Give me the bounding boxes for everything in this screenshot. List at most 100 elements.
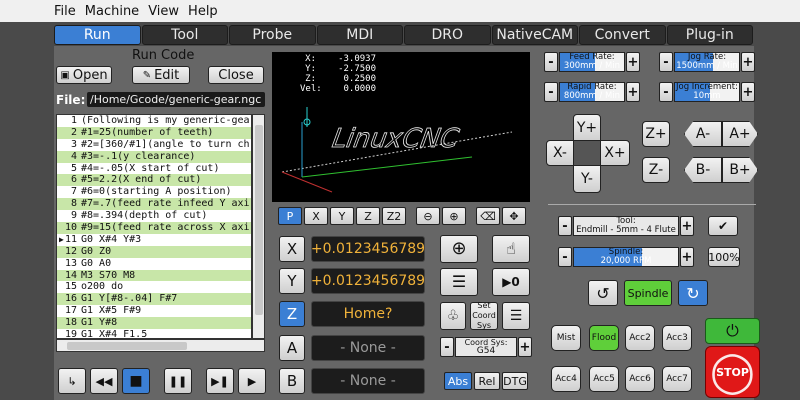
view-z2-button[interactable]: Z2 bbox=[382, 207, 406, 225]
rapid-rate-increase-button[interactable]: + bbox=[626, 82, 640, 102]
spindle-decrease-button[interactable]: - bbox=[558, 247, 572, 267]
view-y-button[interactable]: Y bbox=[330, 207, 354, 225]
open-button[interactable]: ▣ Open bbox=[56, 66, 112, 84]
spindle-ccw-button[interactable]: ↺ bbox=[588, 280, 618, 306]
tab-mdi[interactable]: MDI bbox=[316, 25, 403, 45]
code-line[interactable]: 13 G0 A0 bbox=[57, 258, 251, 270]
zoom-out-button[interactable]: ⊖ bbox=[416, 207, 440, 225]
jog-rate-increase-button[interactable]: + bbox=[741, 52, 755, 72]
rel-mode-button[interactable]: Rel bbox=[474, 372, 500, 390]
scroll-thumb[interactable] bbox=[255, 125, 263, 315]
spindle-increase-button[interactable]: + bbox=[680, 247, 694, 267]
jog-z-plus-button[interactable]: Z+ bbox=[642, 121, 670, 147]
axis-x-button[interactable]: X bbox=[279, 236, 305, 262]
menu-view[interactable]: View bbox=[148, 4, 179, 19]
code-line[interactable]: 12 G0 Z0 bbox=[57, 245, 251, 258]
tool-selector[interactable]: - Tool: Endmill - 5mm - 4 Flute + bbox=[558, 216, 694, 236]
code-vertical-scrollbar[interactable] bbox=[252, 114, 265, 339]
jog-y-minus-button[interactable]: Y- bbox=[573, 165, 601, 193]
rapid-rate-slider[interactable]: - Rapid Rate: 800mm / Min + bbox=[544, 82, 640, 102]
axis-z-button[interactable]: Z bbox=[279, 301, 305, 327]
tab-dro[interactable]: DRO bbox=[404, 25, 491, 45]
acc4-button[interactable]: Acc4 bbox=[551, 366, 581, 392]
acc5-button[interactable]: Acc5 bbox=[589, 366, 619, 392]
zero-axis-button[interactable]: ▶0 bbox=[492, 268, 530, 296]
spindle-override-button[interactable]: 100% bbox=[708, 247, 740, 267]
run-button[interactable]: ▶ bbox=[238, 368, 266, 394]
set-coord-sys-button[interactable]: Set Coord Sys bbox=[470, 301, 498, 330]
home-all-button[interactable]: ☰ bbox=[440, 268, 478, 296]
acc6-button[interactable]: Acc6 bbox=[625, 366, 655, 392]
tab-tool[interactable]: Tool bbox=[141, 25, 228, 45]
code-line[interactable]: 7 #6=0(starting A position) bbox=[57, 186, 251, 198]
zoom-in-button[interactable]: ⊕ bbox=[442, 207, 466, 225]
spindle-toggle-button[interactable]: Spindle bbox=[624, 280, 672, 306]
code-line[interactable]: 5 #4=-.05(X start of cut) bbox=[57, 163, 251, 175]
jog-y-plus-button[interactable]: Y+ bbox=[573, 114, 601, 142]
tool-confirm-button[interactable]: ✔ bbox=[708, 216, 738, 236]
view-z-button[interactable]: Z bbox=[356, 207, 380, 225]
code-line[interactable]: 19 G1 X#4 F1.5 bbox=[57, 329, 251, 338]
code-line[interactable]: 6 #5=2.2(X end of cut) bbox=[57, 174, 251, 187]
code-line[interactable]: 10 #9=15(feed rate across X axi bbox=[57, 222, 251, 234]
spindle-cw-button[interactable]: ↻ bbox=[678, 280, 708, 306]
mist-button[interactable]: Mist bbox=[551, 325, 581, 351]
jog-increment-increase-button[interactable]: + bbox=[741, 82, 755, 102]
axis-y-button[interactable]: Y bbox=[279, 268, 305, 294]
acc3-button[interactable]: Acc3 bbox=[662, 325, 692, 351]
spindle-speed-slider[interactable]: - Spindle: 20,000 RPM + bbox=[558, 247, 694, 267]
code-line[interactable]: 1 (Following is my generic-gear bbox=[57, 115, 251, 127]
view-x-button[interactable]: X bbox=[304, 207, 328, 225]
close-button[interactable]: Close bbox=[208, 66, 264, 84]
tool-prev-button[interactable]: - bbox=[558, 216, 572, 236]
jog-z-minus-button[interactable]: Z- bbox=[642, 157, 670, 183]
menu-help[interactable]: Help bbox=[188, 4, 218, 19]
tab-convert[interactable]: Convert bbox=[579, 25, 666, 45]
scroll-thumb[interactable] bbox=[67, 342, 187, 350]
tool-next-button[interactable]: + bbox=[680, 216, 694, 236]
tab-probe[interactable]: Probe bbox=[229, 25, 316, 45]
code-line[interactable]: 14 M3 S70 M8 bbox=[57, 269, 251, 282]
code-line[interactable]: 4 #3=-.1(y clearance) bbox=[57, 150, 251, 163]
code-line[interactable]: 8 #7=.7(feed rate infeed Y axi bbox=[57, 198, 251, 211]
code-line[interactable]: 16 G1 Y[#8-.04] F#7 bbox=[57, 293, 251, 306]
rapid-rate-decrease-button[interactable]: - bbox=[544, 82, 558, 102]
emergency-stop-button[interactable]: ◯ STOP bbox=[705, 346, 760, 398]
jog-x-plus-button[interactable]: X+ bbox=[600, 140, 630, 166]
jog-increment-decrease-button[interactable]: - bbox=[659, 82, 673, 102]
step-forward-button[interactable]: ▶❚ bbox=[206, 368, 234, 394]
code-line[interactable]: 2 #1=25(number of teeth) bbox=[57, 126, 251, 139]
dtg-mode-button[interactable]: DTG bbox=[502, 372, 528, 390]
acc2-button[interactable]: Acc2 bbox=[625, 325, 655, 351]
tab-nativecam[interactable]: NativeCAM bbox=[491, 25, 578, 45]
tool-touch-button[interactable]: ♧ bbox=[440, 302, 466, 330]
code-line[interactable]: 9 #8=.394(depth of cut) bbox=[57, 210, 251, 222]
power-button[interactable]: ⏻ bbox=[705, 318, 760, 344]
jog-rate-slider[interactable]: - Jog Rate: 1500mm / Min + bbox=[659, 52, 755, 72]
tab-run[interactable]: Run bbox=[54, 25, 141, 45]
feed-rate-decrease-button[interactable]: - bbox=[544, 52, 558, 72]
rewind-button[interactable]: ◀◀ bbox=[90, 368, 118, 394]
code-line[interactable]: ▶ 11 G0 X#4 Y#3 bbox=[57, 234, 251, 246]
edit-button[interactable]: ✎ Edit bbox=[132, 66, 190, 84]
coord-sys-next-button[interactable]: + bbox=[518, 337, 532, 357]
code-line[interactable]: 17 G1 X#5 F#9 bbox=[57, 305, 251, 317]
menu-machine[interactable]: Machine bbox=[85, 4, 139, 19]
gcode-listing[interactable]: 1 (Following is my generic-gear 2 #1=25(num… bbox=[56, 114, 252, 339]
jog-x-minus-button[interactable]: X- bbox=[546, 140, 574, 166]
pan-button[interactable]: ✥ bbox=[502, 207, 526, 225]
coord-sys-prev-button[interactable]: - bbox=[440, 337, 454, 357]
stop-run-button[interactable]: ■ bbox=[122, 368, 150, 394]
feed-rate-slider[interactable]: - Feed Rate: 300mm / Min + bbox=[544, 52, 640, 72]
jog-increment-slider[interactable]: - Jog Increment: 10mm + bbox=[659, 82, 755, 102]
code-line[interactable]: 3 #2=[360/#1](angle to turn ch bbox=[57, 139, 251, 151]
code-line[interactable]: 15 o200 do bbox=[57, 281, 251, 293]
menu-file[interactable]: File bbox=[54, 4, 76, 19]
step-button[interactable]: ↳ bbox=[58, 368, 86, 394]
code-line[interactable]: 18 G1 Y#8 bbox=[57, 317, 251, 330]
home-target-button[interactable]: ⊕ bbox=[440, 235, 478, 263]
view-p-button[interactable]: P bbox=[278, 207, 302, 225]
flood-button[interactable]: Flood bbox=[589, 325, 619, 351]
code-horizontal-scrollbar[interactable] bbox=[56, 339, 265, 352]
acc7-button[interactable]: Acc7 bbox=[662, 366, 692, 392]
